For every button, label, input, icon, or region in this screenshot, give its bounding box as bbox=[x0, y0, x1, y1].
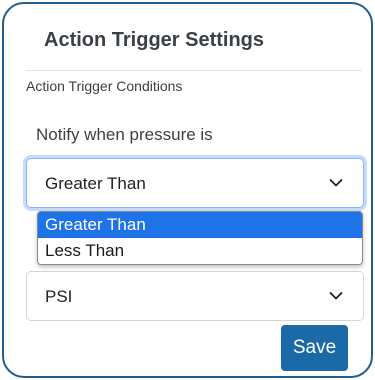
pressure-condition-select[interactable]: Greater Than bbox=[26, 158, 364, 208]
save-button[interactable]: Save bbox=[281, 325, 348, 371]
section-label: Action Trigger Conditions bbox=[26, 78, 183, 94]
pressure-condition-dropdown: Greater Than Less Than bbox=[37, 211, 363, 265]
pressure-unit-value: PSI bbox=[45, 287, 73, 306]
chevron-down-icon bbox=[329, 292, 343, 300]
panel-title: Action Trigger Settings bbox=[44, 29, 265, 51]
option-less-than[interactable]: Less Than bbox=[38, 238, 362, 264]
chevron-down-icon bbox=[329, 179, 343, 187]
option-greater-than[interactable]: Greater Than bbox=[38, 212, 362, 238]
pressure-unit-select[interactable]: PSI bbox=[26, 271, 364, 321]
pressure-condition-value: Greater Than bbox=[45, 174, 146, 193]
action-trigger-settings-panel: Action Trigger Settings Action Trigger C… bbox=[2, 2, 373, 378]
pressure-condition-label: Notify when pressure is bbox=[36, 125, 213, 144]
title-divider bbox=[26, 70, 362, 71]
